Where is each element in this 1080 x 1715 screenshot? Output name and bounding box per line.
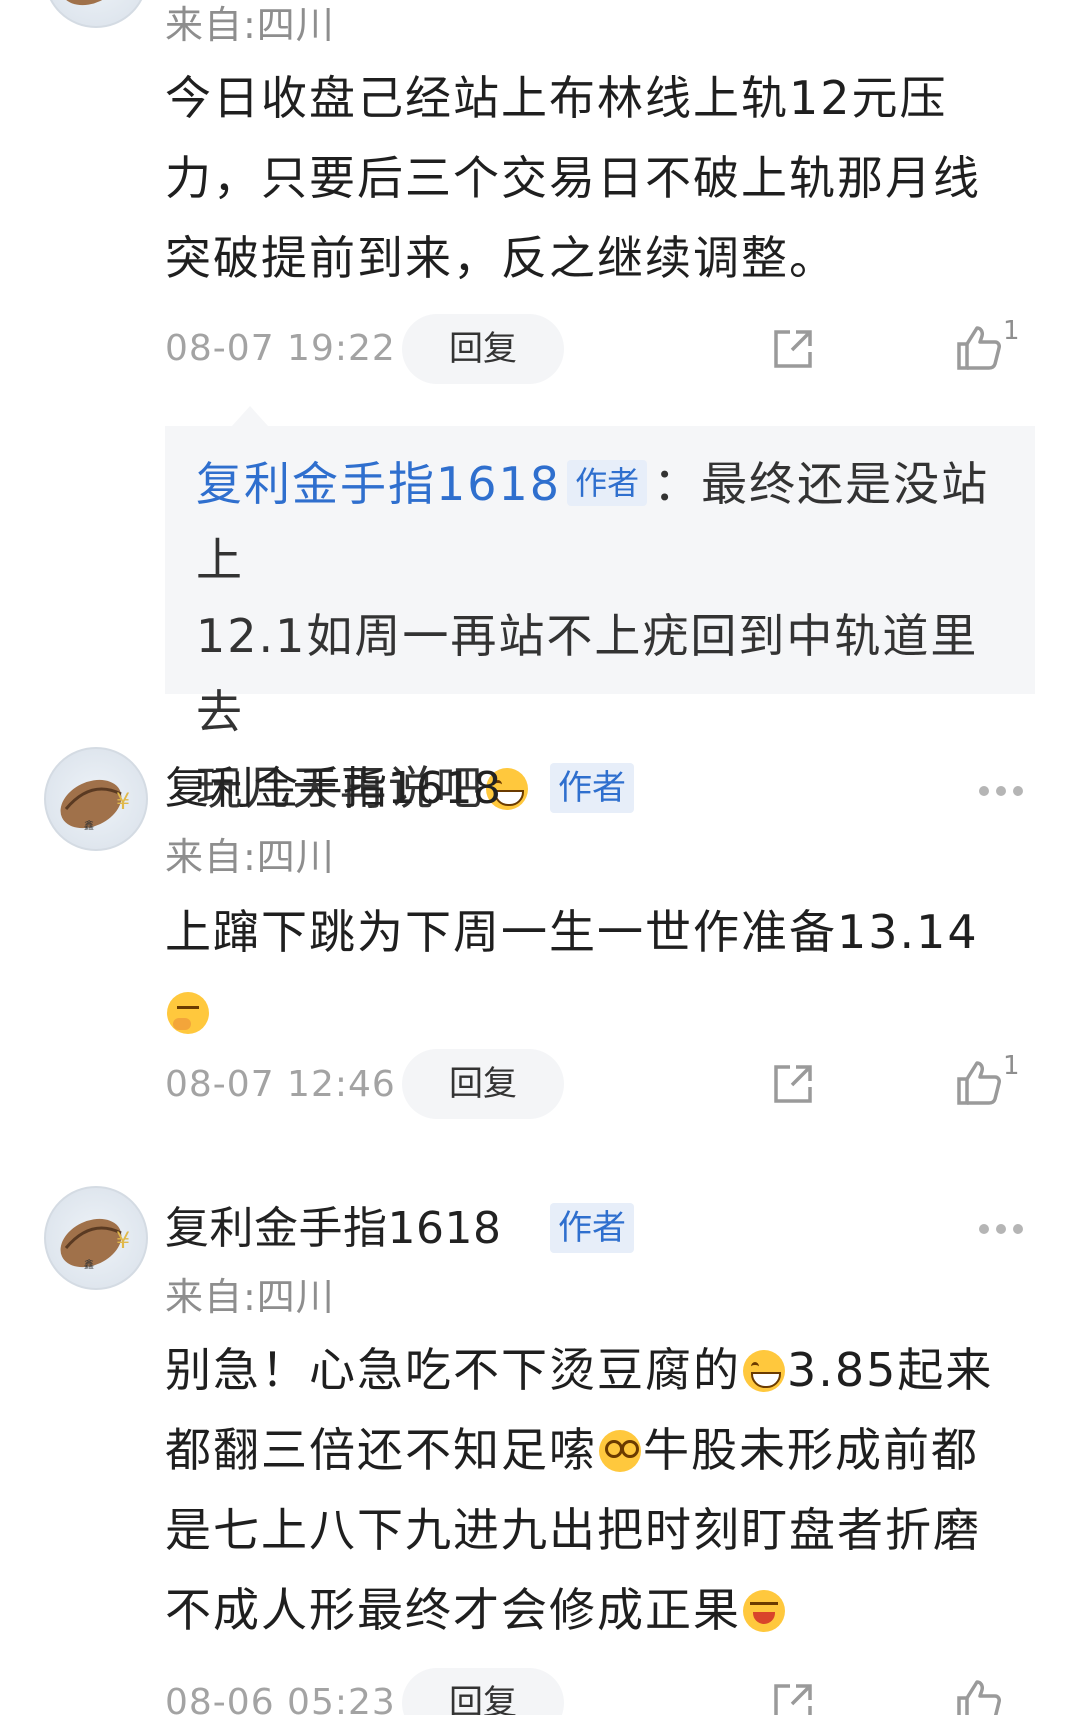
svg-text:¥: ¥ bbox=[116, 1229, 130, 1254]
comment-line: 力，只要后三个交易日不破上轨那月线 bbox=[165, 151, 981, 205]
thumbs-up-icon[interactable] bbox=[955, 324, 1003, 372]
quoted-reply-separator: ： bbox=[653, 457, 702, 511]
comment-line: 别急！心急吃不下烫豆腐的 bbox=[165, 1343, 741, 1397]
comment-line: 3.85起来 bbox=[787, 1343, 994, 1397]
author-tag: 作者 bbox=[550, 1203, 634, 1253]
quoted-reply-author[interactable]: 复利金手指1618 bbox=[196, 457, 561, 511]
like-count: 1 bbox=[1003, 316, 1020, 346]
dizzy-emoji bbox=[599, 1430, 641, 1472]
comment-location: 来自:四川 bbox=[165, 1275, 335, 1319]
comment-line: 牛股未形成前都 bbox=[643, 1423, 979, 1477]
share-icon[interactable] bbox=[770, 1680, 816, 1715]
comment-line: 突破提前到来，反之继续调整。 bbox=[165, 231, 837, 285]
reply-button[interactable]: 回复 bbox=[402, 1668, 564, 1715]
avatar[interactable]: ¥ 鑫 bbox=[44, 1186, 148, 1290]
comment-content: 今日收盘己经站上布林线上轨12元压 力，只要后三个交易日不破上轨那月线 突破提前… bbox=[165, 58, 1045, 298]
quoted-reply-line: 12.1如周一再站不上疣回到中轨道里去 bbox=[196, 609, 979, 739]
comment-line: 都翻三倍还不知足嗦 bbox=[165, 1423, 597, 1477]
thinking-emoji bbox=[167, 992, 209, 1034]
comment-author-name[interactable]: 复利金手指1618 bbox=[165, 752, 501, 816]
reply-button[interactable]: 回复 bbox=[402, 314, 564, 384]
comment-content: 上蹿下跳为下周一生一世作准备13.14 bbox=[165, 892, 1045, 1052]
comment-line: 不成人形最终才会修成正果 bbox=[165, 1583, 741, 1637]
share-icon[interactable] bbox=[770, 1061, 816, 1107]
author-tag: 作者 bbox=[550, 763, 634, 813]
thumbs-up-icon[interactable] bbox=[955, 1059, 1003, 1107]
comment-content: 别急！心急吃不下烫豆腐的 3.85起来 都翻三倍还不知足嗦 牛股未形成前都 是七上八… bbox=[165, 1330, 1045, 1650]
svg-text:鑫: 鑫 bbox=[84, 1258, 94, 1271]
avatar[interactable]: ¥ bbox=[44, 0, 148, 28]
reply-button[interactable]: 回复 bbox=[402, 1049, 564, 1119]
thumbs-up-icon[interactable] bbox=[955, 1678, 1003, 1715]
comment-location: 来自:四川 bbox=[165, 3, 335, 47]
quote-arrow bbox=[232, 406, 268, 426]
more-options-icon[interactable] bbox=[978, 784, 1024, 798]
comment-time: 08-07 19:22 bbox=[165, 328, 396, 369]
share-icon[interactable] bbox=[770, 326, 816, 372]
grin-emoji bbox=[743, 1350, 785, 1392]
avatar[interactable]: ¥ 鑫 bbox=[44, 747, 148, 851]
laughing-emoji bbox=[743, 1590, 785, 1632]
more-options-icon[interactable] bbox=[978, 1222, 1024, 1236]
svg-text:鑫: 鑫 bbox=[84, 819, 94, 832]
comment-line: 上蹿下跳为下周一生一世作准备13.14 bbox=[165, 905, 979, 959]
comment-time: 08-07 12:46 bbox=[165, 1064, 396, 1105]
comment-time: 08-06 05:23 bbox=[165, 1682, 396, 1715]
svg-text:¥: ¥ bbox=[116, 790, 130, 815]
like-count: 1 bbox=[1003, 1051, 1020, 1081]
author-tag: 作者 bbox=[567, 460, 648, 506]
comment-location: 来自:四川 bbox=[165, 835, 335, 879]
comment-line: 是七上八下九进九出把时刻盯盘者折磨 bbox=[165, 1503, 981, 1557]
comment-author-name[interactable]: 复利金手指1618 bbox=[165, 1192, 501, 1256]
comment-line: 今日收盘己经站上布林线上轨12元压 bbox=[165, 71, 948, 125]
